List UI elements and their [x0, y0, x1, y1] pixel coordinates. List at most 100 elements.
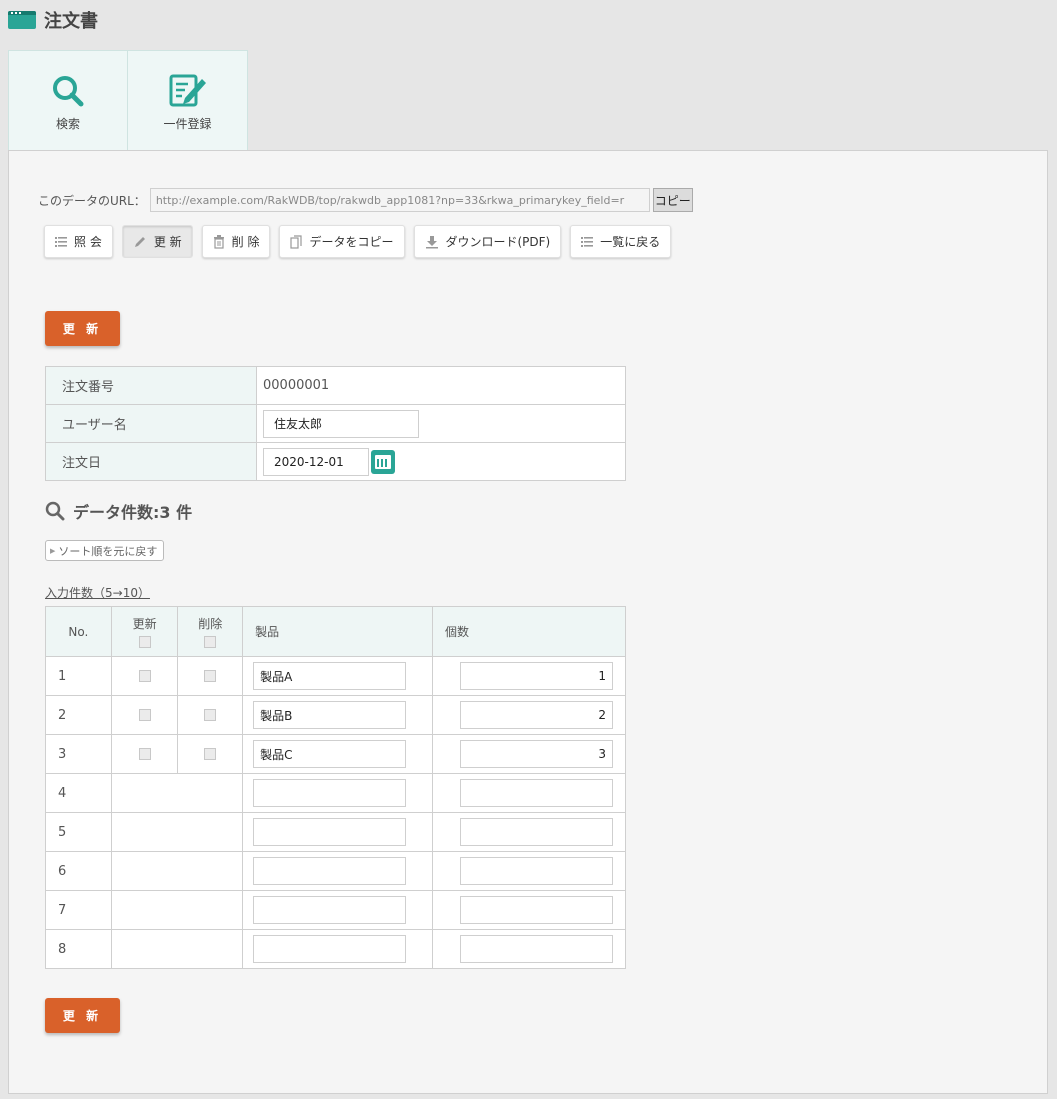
action-toolbar: 照 会 更 新 削 除 データをコピー ダウンロード(PDF) 一覧に戻る	[44, 225, 680, 258]
download-icon	[425, 235, 439, 249]
order-date-label: 注文日	[45, 442, 257, 481]
tab-register[interactable]: 一件登録	[128, 50, 248, 150]
tab-search[interactable]: 検索	[8, 50, 128, 150]
table-row: 3	[45, 734, 626, 774]
list-icon	[581, 236, 594, 247]
row-no: 6	[45, 851, 112, 891]
edit-button-label: 更 新	[153, 235, 182, 249]
edit-icon	[168, 73, 208, 109]
url-label: このデータのURL：	[38, 193, 146, 208]
product-input[interactable]	[253, 740, 407, 768]
row-no: 4	[45, 773, 112, 813]
search-icon	[51, 73, 85, 109]
row-update-checkbox[interactable]	[138, 748, 151, 760]
page-title: 注文書	[44, 11, 98, 32]
row-empty-cell	[110, 929, 244, 969]
row-empty-cell	[110, 812, 244, 852]
row-delete-checkbox[interactable]	[204, 709, 217, 721]
download-pdf-button[interactable]: ダウンロード(PDF)	[413, 225, 562, 258]
update-all-checkbox[interactable]	[138, 636, 151, 648]
col-header-update-label: 更新	[132, 617, 157, 631]
product-input[interactable]	[253, 896, 407, 924]
product-input[interactable]	[253, 935, 407, 963]
detail-table: No. 更新 削除 製品 個数 1 2 3 4	[45, 606, 626, 969]
tab-search-label: 検索	[55, 117, 80, 131]
copy-data-button-label: データをコピー	[309, 235, 394, 249]
trash-icon	[213, 234, 225, 249]
form-row-order-date: 注文日	[45, 442, 626, 481]
input-count-link[interactable]: 入力件数（5→10）	[45, 584, 150, 601]
qty-input[interactable]	[460, 935, 614, 963]
record-count-text: データ件数:3 件	[73, 503, 193, 522]
product-input[interactable]	[253, 779, 407, 807]
qty-input[interactable]	[460, 662, 614, 690]
qty-input[interactable]	[460, 896, 614, 924]
table-row: 6	[45, 851, 626, 891]
record-count-heading: データ件数:3 件	[45, 499, 192, 523]
update-button-top[interactable]: 更 新	[45, 311, 120, 346]
product-input[interactable]	[253, 818, 407, 846]
row-delete-checkbox[interactable]	[204, 748, 217, 760]
col-header-no: No.	[45, 606, 112, 657]
user-name-input[interactable]	[263, 409, 419, 438]
reset-sort-label: ソート順を元に戻す	[58, 544, 158, 558]
calendar-icon[interactable]	[371, 449, 395, 474]
row-no: 1	[45, 656, 112, 696]
detail-header-row: No. 更新 削除 製品 個数	[45, 606, 626, 657]
row-update-checkbox[interactable]	[138, 709, 151, 721]
search-icon	[45, 501, 65, 521]
table-row: 1	[45, 656, 626, 696]
back-to-list-button[interactable]: 一覧に戻る	[570, 225, 672, 258]
order-date-input[interactable]	[263, 447, 369, 476]
copy-icon	[290, 234, 303, 249]
row-update-checkbox[interactable]	[138, 670, 151, 682]
tab-bar: 検索 一件登録	[8, 50, 248, 150]
col-header-update: 更新	[110, 606, 179, 657]
order-no-value: 00000001	[256, 366, 626, 405]
qty-input[interactable]	[460, 701, 614, 729]
col-header-product: 製品	[242, 606, 434, 657]
row-no: 5	[45, 812, 112, 852]
back-to-list-button-label: 一覧に戻る	[600, 235, 661, 249]
view-button[interactable]: 照 会	[44, 225, 113, 258]
triangle-right-icon: ▶	[50, 546, 56, 555]
col-header-delete: 削除	[177, 606, 244, 657]
edit-button[interactable]: 更 新	[121, 225, 193, 258]
row-no: 8	[45, 929, 112, 969]
product-input[interactable]	[253, 857, 407, 885]
app-window-icon	[8, 11, 36, 29]
delete-all-checkbox[interactable]	[204, 636, 217, 648]
download-pdf-button-label: ダウンロード(PDF)	[445, 235, 551, 249]
tab-register-label: 一件登録	[163, 117, 212, 131]
row-delete-checkbox[interactable]	[204, 670, 217, 682]
qty-input[interactable]	[460, 857, 614, 885]
qty-input[interactable]	[460, 740, 614, 768]
delete-button-label: 削 除	[231, 235, 260, 249]
form-row-user-name: ユーザー名	[45, 404, 626, 443]
url-field[interactable]	[149, 188, 650, 212]
product-input[interactable]	[253, 701, 407, 729]
url-row: このデータのURL： コピー	[38, 188, 693, 212]
list-icon	[55, 236, 67, 247]
row-no: 2	[45, 695, 112, 735]
copy-url-button[interactable]: コピー	[652, 188, 693, 212]
pencil-icon	[133, 235, 147, 249]
app-header: 注文書	[8, 6, 98, 34]
row-no: 3	[45, 734, 112, 774]
table-row: 2	[45, 695, 626, 735]
table-row: 7	[45, 890, 626, 930]
detail-body: 1 2 3 4 5	[45, 656, 626, 969]
col-header-qty: 個数	[432, 606, 626, 657]
product-input[interactable]	[253, 662, 407, 690]
qty-input[interactable]	[460, 818, 614, 846]
table-row: 8	[45, 929, 626, 969]
reset-sort-button[interactable]: ▶ ソート順を元に戻す	[45, 540, 165, 561]
row-empty-cell	[110, 773, 244, 813]
copy-data-button[interactable]: データをコピー	[279, 225, 405, 258]
delete-button[interactable]: 削 除	[201, 225, 271, 258]
row-no: 7	[45, 890, 112, 930]
qty-input[interactable]	[460, 779, 614, 807]
update-button-bottom[interactable]: 更 新	[45, 998, 120, 1033]
form-row-order-no: 注文番号 00000001	[45, 366, 626, 405]
view-button-label: 照 会	[74, 235, 102, 249]
